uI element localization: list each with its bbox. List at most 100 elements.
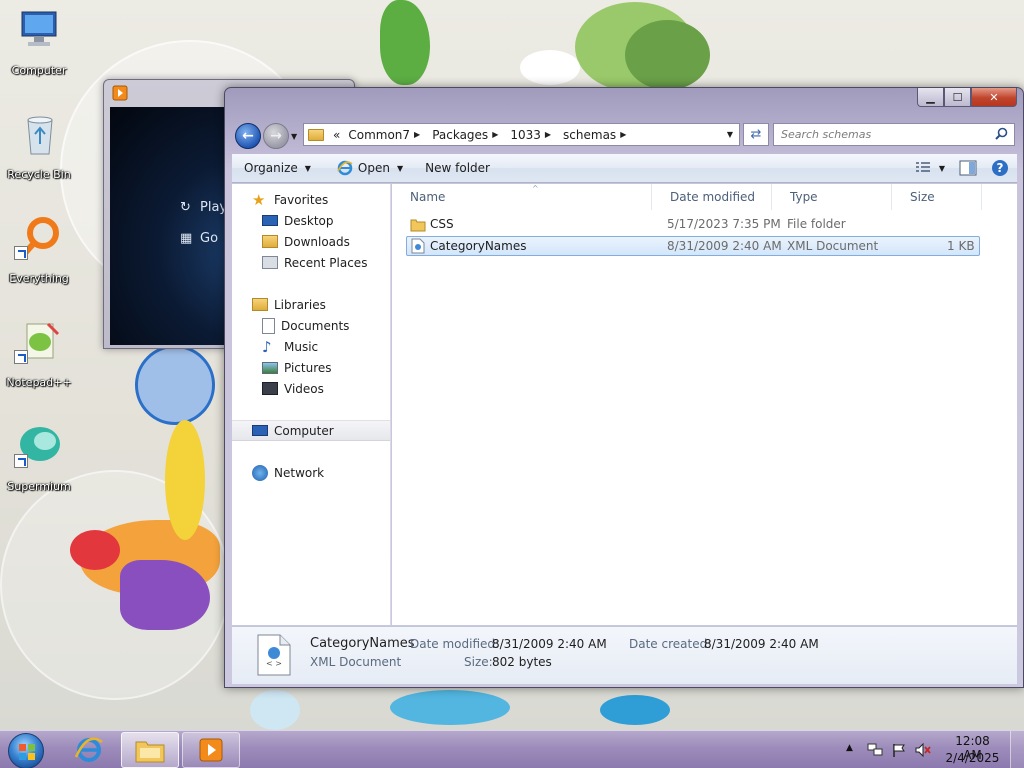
maximize-button[interactable]: ☐ — [944, 88, 971, 107]
file-list: ^ Name Date modified Type Size CSS 5/17/… — [392, 184, 1017, 625]
file-row-categorynames[interactable]: CategoryNames 8/31/2009 2:40 AM XML Docu… — [406, 236, 980, 256]
music-icon: ♪ — [262, 337, 272, 356]
refresh-button[interactable]: ⇄ — [743, 123, 769, 146]
chevron-down-icon: ▼ — [396, 163, 404, 173]
nav-libraries[interactable]: Libraries — [232, 294, 390, 315]
help-icon[interactable]: ? — [991, 159, 1009, 177]
minimize-icon: ▁ — [926, 90, 935, 104]
network-icon — [252, 464, 268, 481]
explorer-window[interactable]: ▁ ☐ ✕ ← → ▼ « Common7 ▶ Packages ▶ 1033 ▶ s… — [224, 87, 1024, 688]
preview-pane-icon[interactable] — [959, 160, 977, 176]
desktop-icon-everything[interactable]: Everything — [4, 216, 74, 306]
grid-icon: ▦ — [180, 231, 193, 246]
column-header-date-modified[interactable]: Date modified — [652, 184, 772, 210]
file-date: 5/17/2023 7:35 PM — [667, 217, 781, 231]
chevron-down-icon: ▼ — [304, 163, 311, 173]
column-header-name[interactable]: Name — [392, 184, 652, 210]
breadcrumb-overflow[interactable]: « — [329, 128, 344, 142]
computer-icon — [252, 425, 268, 436]
chevron-right-icon[interactable]: ▶ — [620, 130, 626, 139]
nav-item-pictures[interactable]: Pictures — [232, 357, 390, 378]
file-size: 1 KB — [947, 239, 975, 253]
new-folder-button[interactable]: New folder — [416, 154, 499, 182]
chevron-right-icon[interactable]: ▶ — [414, 130, 420, 139]
internet-explorer-icon — [74, 737, 103, 762]
desktop-icon-label: Everything — [9, 272, 69, 285]
chevron-right-icon[interactable]: ▶ — [545, 130, 551, 139]
documents-icon — [262, 317, 275, 334]
star-icon: ★ — [252, 190, 266, 209]
column-header-size[interactable]: Size — [892, 184, 982, 210]
address-bar[interactable]: « Common7 ▶ Packages ▶ 1033 ▶ schemas ▶ ▼ — [303, 123, 740, 146]
svg-text:?: ? — [997, 161, 1004, 175]
search-input[interactable] — [781, 128, 991, 141]
chevron-right-icon[interactable]: ▶ — [492, 130, 498, 139]
start-button[interactable] — [8, 733, 44, 768]
close-button[interactable]: ✕ — [971, 88, 1017, 107]
search-box[interactable] — [773, 123, 1015, 146]
nav-item-downloads[interactable]: Downloads — [232, 231, 390, 252]
recycle-bin-icon — [27, 116, 53, 155]
nav-network[interactable]: Network — [232, 462, 390, 483]
windows-logo-icon — [19, 744, 35, 760]
nav-item-desktop[interactable]: Desktop — [232, 210, 390, 231]
libraries-icon — [252, 298, 268, 311]
history-dropdown-button[interactable]: ▼ — [291, 132, 299, 141]
open-button[interactable]: Open ▼ — [328, 154, 412, 182]
nav-item-music[interactable]: ♪ Music — [232, 336, 390, 357]
desktop-icon-computer[interactable]: Computer — [4, 8, 74, 98]
desktop-icon-recycle-bin[interactable]: Recycle Bin — [4, 112, 74, 202]
details-date-created-value: 8/31/2009 2:40 AM — [704, 637, 819, 651]
nav-item-videos[interactable]: Videos — [232, 378, 390, 399]
breadcrumb-item[interactable]: Packages ▶ — [428, 128, 506, 142]
network-icon[interactable] — [867, 743, 883, 757]
file-type: File folder — [787, 217, 846, 231]
minimize-button[interactable]: ▁ — [917, 88, 944, 107]
back-button[interactable]: ← — [235, 123, 261, 149]
column-header-type[interactable]: Type — [772, 184, 892, 210]
file-row-css[interactable]: CSS 5/17/2023 7:35 PM File folder — [406, 215, 980, 235]
clock-date[interactable]: 2/4/2025 — [945, 751, 1000, 765]
command-bar: Organize ▼ Open ▼ New folder ▼ ? — [232, 154, 1017, 183]
search-icon[interactable] — [995, 127, 1008, 140]
media-menu-item-play[interactable]: ↻ Play — [180, 200, 227, 215]
caption-buttons: ▁ ☐ ✕ — [917, 88, 1017, 108]
forward-button[interactable]: → — [263, 123, 289, 149]
nav-computer[interactable]: Computer — [232, 420, 390, 441]
shortcut-arrow-icon — [14, 454, 28, 468]
details-pane: < > CategoryNames XML Document Date modi… — [232, 626, 1017, 684]
file-name: CSS — [430, 217, 454, 231]
details-date-created-label: Date created: — [629, 637, 712, 651]
view-controls: ▼ ? — [915, 159, 1009, 177]
arrow-right-icon: → — [270, 128, 282, 144]
breadcrumb-item[interactable]: schemas ▶ — [559, 128, 634, 142]
navigation-pane: ★ Favorites Desktop Downloads Recent Plac… — [232, 184, 391, 625]
breadcrumb-item[interactable]: 1033 ▶ — [506, 128, 559, 142]
nav-favorites[interactable]: ★ Favorites — [232, 189, 390, 210]
media-menu-item-go[interactable]: ▦ Go — [180, 231, 218, 246]
action-center-flag-icon[interactable] — [891, 743, 907, 757]
svg-text:< >: < > — [266, 659, 282, 668]
breadcrumb-item[interactable]: Common7 ▶ — [344, 128, 428, 142]
desktop-icon-supermium[interactable]: Supermium — [4, 424, 74, 514]
shortcut-arrow-icon — [14, 350, 28, 364]
desktop-icon-notepad-plus-plus[interactable]: Notepad++ — [4, 320, 74, 410]
show-desktop-button[interactable] — [1010, 731, 1024, 768]
close-icon: ✕ — [989, 90, 999, 104]
computer-icon — [21, 11, 57, 46]
details-file-type: XML Document — [310, 655, 402, 669]
volume-muted-icon[interactable] — [915, 743, 931, 757]
taskbar-media-player[interactable] — [182, 732, 240, 768]
taskbar-file-explorer[interactable] — [121, 732, 179, 768]
internet-explorer-icon — [337, 160, 353, 176]
details-view-icon — [915, 162, 930, 172]
taskbar-internet-explorer[interactable] — [60, 732, 118, 768]
nav-item-recent-places[interactable]: Recent Places — [232, 252, 390, 273]
nav-item-documents[interactable]: Documents — [232, 315, 390, 336]
address-dropdown-icon[interactable]: ▼ — [727, 130, 733, 139]
show-hidden-icons-button[interactable]: ▲ — [846, 743, 862, 757]
change-view-button[interactable]: ▼ — [915, 161, 945, 175]
organize-button[interactable]: Organize ▼ — [232, 154, 320, 182]
maximize-icon: ☐ — [952, 90, 963, 104]
xml-document-icon — [411, 238, 425, 254]
